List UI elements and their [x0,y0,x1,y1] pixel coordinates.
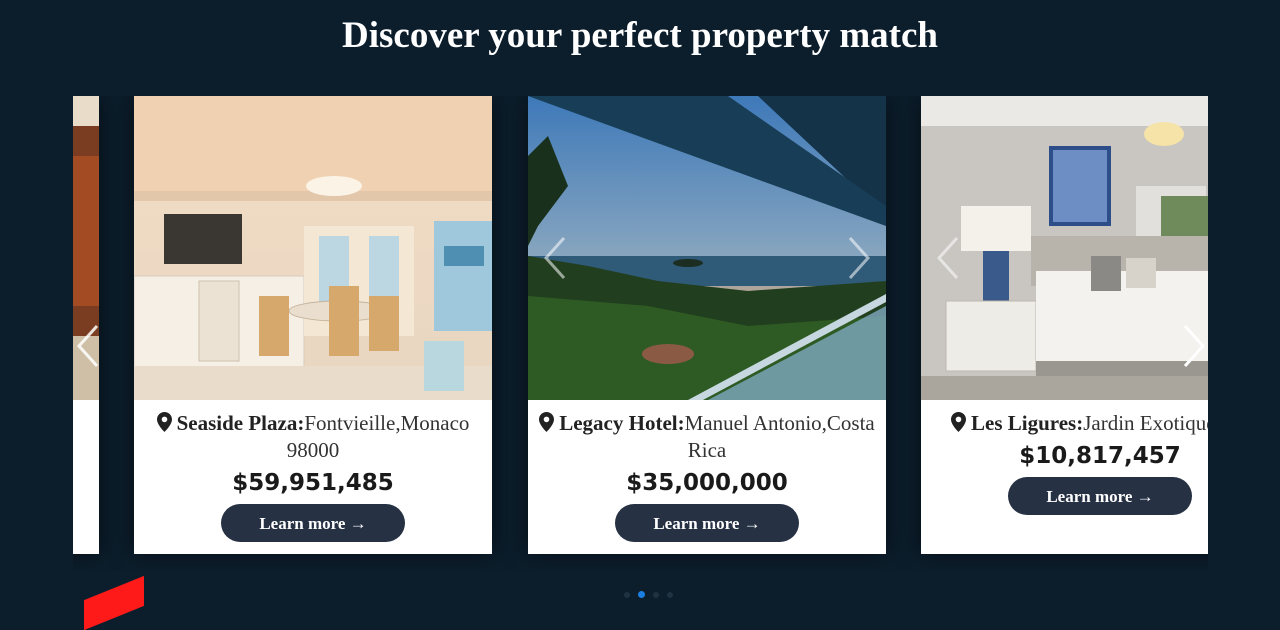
learn-more-button[interactable]: Learn more → [615,504,799,542]
property-name: Les Ligures: [971,411,1084,435]
location-pin-icon [156,412,172,432]
learn-more-button[interactable]: Learn more → [1008,477,1192,515]
property-address: Jardin Exotique, Monaco 98000 [1083,411,1208,435]
property-price: $59,951,485 [232,470,394,496]
property-name: Legacy Hotel: [559,411,685,435]
pagination-dot[interactable] [624,592,630,598]
learn-more-button[interactable]: Learn more → [221,504,405,542]
pagination-dot[interactable] [667,592,673,598]
property-card: Les Ligures:Jardin Exotique, Monaco 9800… [921,96,1208,554]
property-card: Seaside Plaza:Fontvieille,Monaco 98000 $… [134,96,492,554]
property-info: Les Ligures:Jardin Exotique, Monaco 9800… [921,400,1208,554]
carousel-next-icon[interactable] [1181,324,1207,368]
property-address: Manuel Antonio,Costa Rica [684,411,875,462]
chevron-left-icon[interactable] [935,236,961,280]
carousel-pagination [620,583,677,598]
property-location: Les Ligures:Jardin Exotique, Monaco 9800… [951,410,1208,437]
property-price: $35,000,000 [626,470,788,496]
property-card: Legacy Hotel:Manuel Antonio,Costa Rica $… [528,96,886,554]
property-location: Seaside Plaza:Fontvieille,Monaco 98000 [140,410,486,464]
red-corner-ribbon [84,575,144,630]
property-photo-balcony-ocean[interactable] [528,96,886,400]
property-photo-dining-room[interactable] [134,96,492,400]
property-address: Fontvieille,Monaco 98000 [286,411,470,462]
location-pin-icon [951,412,966,432]
location-pin-icon [539,412,555,432]
chevron-right-icon[interactable] [846,236,872,280]
property-info: Seaside Plaza:Fontvieille,Monaco 98000 $… [134,400,492,554]
property-price: $10,817,457 [1019,443,1181,469]
property-photo-bedroom[interactable] [921,96,1208,400]
property-info: Legacy Hotel:Manuel Antonio,Costa Rica $… [528,400,886,554]
page-title: Discover your perfect property match [342,15,938,56]
carousel-prev-icon[interactable] [75,324,101,368]
pagination-dot-active[interactable] [638,591,645,598]
chevron-left-icon[interactable] [542,236,568,280]
pagination-dot[interactable] [653,592,659,598]
property-carousel[interactable]: Seaside Plaza:Fontvieille,Monaco 98000 $… [73,96,1208,571]
property-location: Legacy Hotel:Manuel Antonio,Costa Rica [534,410,880,464]
property-name: Seaside Plaza: [176,411,305,435]
